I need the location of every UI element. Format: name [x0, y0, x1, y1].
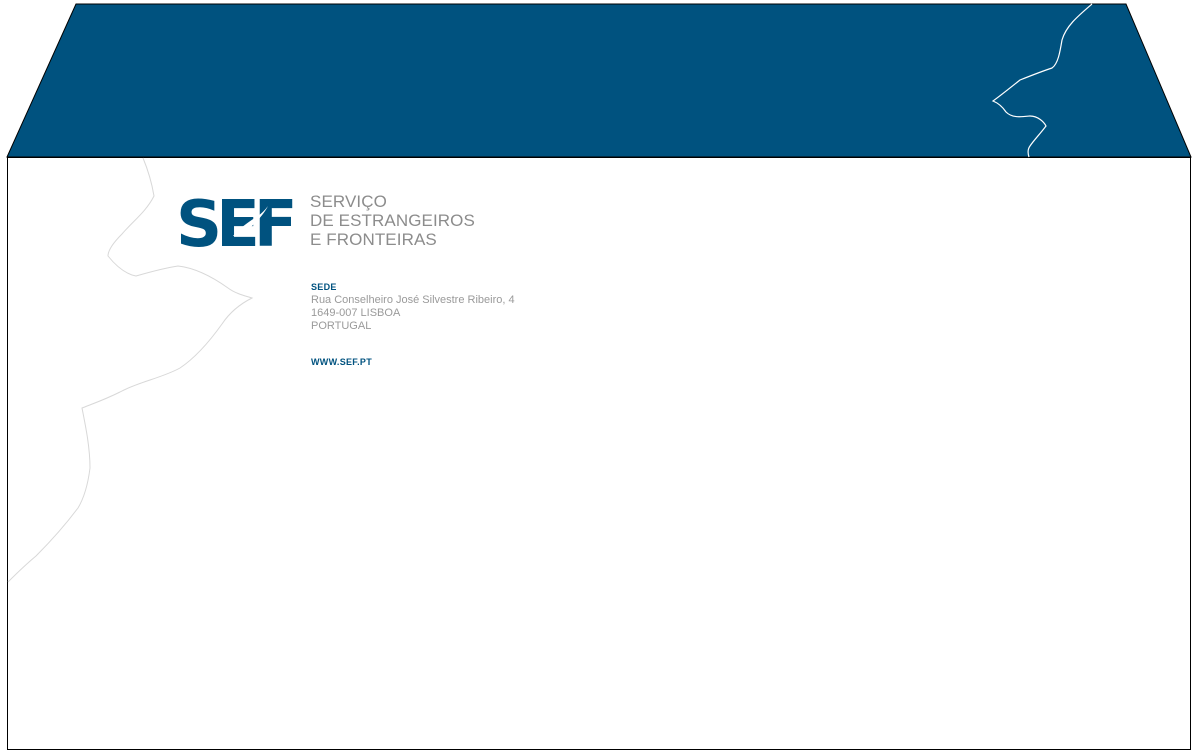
- envelope-page: SEF SERVIÇO DE ESTRANGEIROS E FRONTEIRAS…: [0, 0, 1192, 751]
- agency-name-line: DE ESTRANGEIROS: [310, 211, 475, 230]
- address-line: 1649-007 LISBOA: [311, 307, 401, 319]
- headquarters-address: SEDE Rua Conselheiro José Silvestre Ribe…: [311, 282, 515, 333]
- envelope-flap: [6, 3, 1192, 158]
- sef-logo-mark-text: SEF: [178, 190, 293, 250]
- sef-logo: SEF SERVIÇO DE ESTRANGEIROS E FRONTEIRAS: [178, 190, 475, 250]
- agency-name-line: E FRONTEIRAS: [310, 230, 437, 249]
- sef-logo-mark: SEF: [178, 190, 299, 250]
- agency-name: SERVIÇO DE ESTRANGEIROS E FRONTEIRAS: [310, 192, 475, 249]
- address-heading: SEDE: [311, 282, 337, 292]
- website-link[interactable]: WWW.SEF.PT: [311, 357, 372, 368]
- address-line: PORTUGAL: [311, 320, 372, 332]
- envelope-drawing: [6, 3, 1192, 750]
- address-line: Rua Conselheiro José Silvestre Ribeiro, …: [311, 294, 515, 306]
- agency-name-line: SERVIÇO: [310, 192, 387, 211]
